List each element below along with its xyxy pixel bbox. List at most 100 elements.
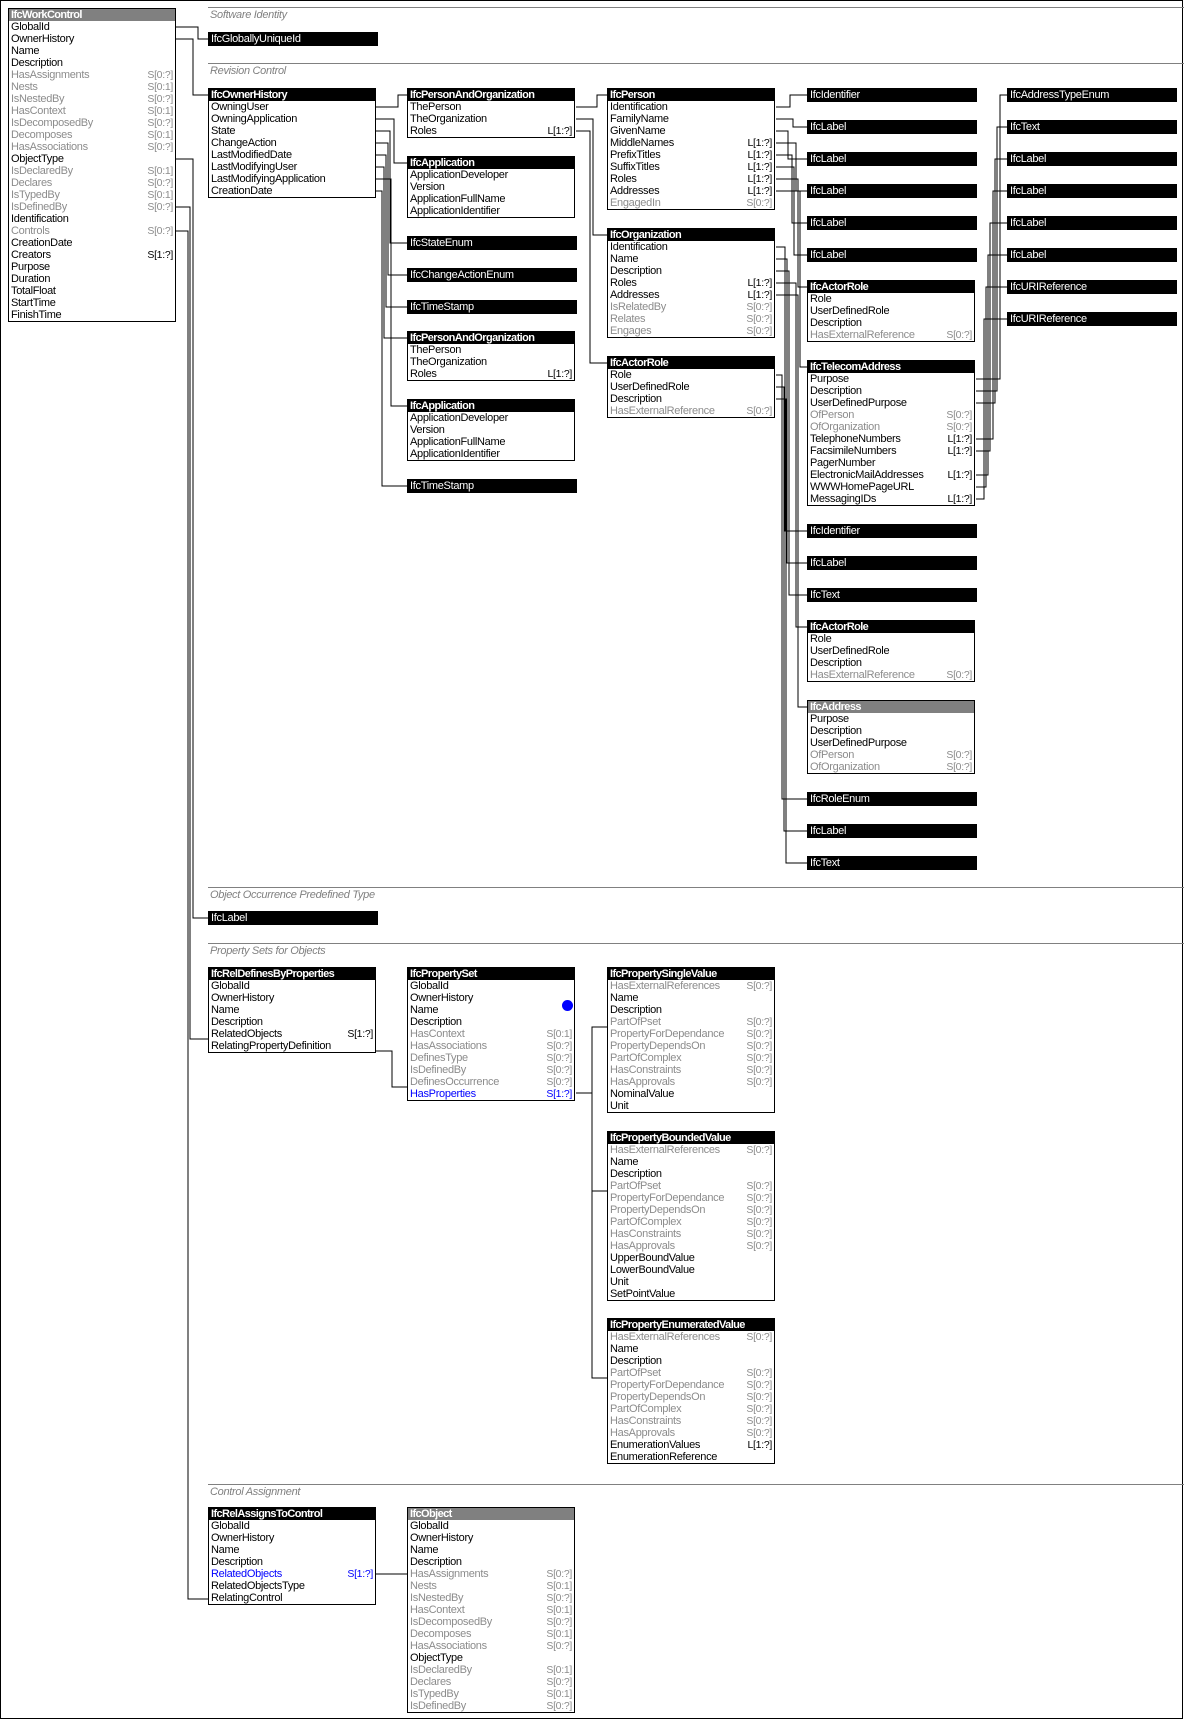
attribute-row[interactable]: SuffixTitles L[1:?] — [608, 161, 774, 173]
entity-ifcrelassignstocontrol[interactable]: IfcRelAssignsToControl GlobalId OwnerHisto… — [208, 1507, 376, 1605]
attribute-row[interactable]: Name — [608, 1343, 774, 1355]
attribute-row[interactable]: OwnerHistory — [209, 1532, 375, 1544]
attribute-row[interactable]: Description — [408, 1016, 574, 1028]
attribute-row[interactable]: LastModifyingApplication — [209, 173, 375, 185]
entity-ifcperson[interactable]: IfcPerson Identification FamilyName GivenNa… — [607, 88, 775, 210]
entity-ifcownerhistory[interactable]: IfcOwnerHistory OwningUser OwningApplicati… — [208, 88, 376, 198]
type-ifcurireference[interactable]: IfcURIReference — [1007, 312, 1177, 326]
attribute-row[interactable]: HasConstraints S[0:?] — [608, 1228, 774, 1240]
attribute-row[interactable]: ThePerson — [408, 101, 574, 113]
attribute-row[interactable]: LastModifyingUser — [209, 161, 375, 173]
attribute-row[interactable]: Name — [209, 1004, 375, 1016]
attribute-row[interactable]: PagerNumber — [808, 457, 974, 469]
attribute-row[interactable]: IsTypedBy S[0:1] — [9, 189, 175, 201]
type-ifctimestamp[interactable]: IfcTimeStamp — [407, 479, 577, 493]
entity-header[interactable]: IfcWorkControl — [9, 9, 175, 21]
attribute-row[interactable]: HasAssignments S[0:?] — [9, 69, 175, 81]
attribute-row[interactable]: DefinesOccurrence S[0:?] — [408, 1076, 574, 1088]
entity-header[interactable]: IfcAddress — [808, 701, 974, 713]
attribute-row[interactable]: OfPerson S[0:?] — [808, 409, 974, 421]
attribute-row[interactable]: IsNestedBy S[0:?] — [408, 1592, 574, 1604]
type-ifclabel[interactable]: IfcLabel — [1007, 248, 1177, 262]
attribute-row[interactable]: Description — [209, 1556, 375, 1568]
attribute-row[interactable]: HasExternalReference S[0:?] — [808, 669, 974, 681]
attribute-row[interactable]: PartOfPset S[0:?] — [608, 1367, 774, 1379]
attribute-row[interactable]: Name — [408, 1544, 574, 1556]
entity-header[interactable]: IfcPersonAndOrganization — [408, 89, 574, 101]
attribute-row[interactable]: IsTypedBy S[0:1] — [408, 1688, 574, 1700]
attribute-row[interactable]: PartOfComplex S[0:?] — [608, 1403, 774, 1415]
entity-ifcpropertyset[interactable]: IfcPropertySet GlobalId OwnerHistory Name De… — [407, 967, 575, 1101]
attribute-row[interactable]: ElectronicMailAddresses L[1:?] — [808, 469, 974, 481]
entity-ifcaddress[interactable]: IfcAddress Purpose Description UserDefinedP… — [807, 700, 975, 774]
attribute-row[interactable]: Identification — [608, 101, 774, 113]
entity-header[interactable]: IfcApplication — [408, 157, 574, 169]
attribute-row[interactable]: LowerBoundValue — [608, 1264, 774, 1276]
attribute-row[interactable]: Description — [608, 1168, 774, 1180]
type-ifctext[interactable]: IfcText — [807, 856, 977, 870]
attribute-row[interactable]: IsNestedBy S[0:?] — [9, 93, 175, 105]
attribute-row[interactable]: LastModifiedDate — [209, 149, 375, 161]
attribute-row[interactable]: IsDeclaredBy S[0:1] — [408, 1664, 574, 1676]
attribute-row[interactable]: UserDefinedRole — [608, 381, 774, 393]
attribute-row[interactable]: Roles L[1:?] — [408, 368, 574, 380]
attribute-row[interactable]: Description — [808, 725, 974, 737]
attribute-row[interactable]: Name — [608, 253, 774, 265]
attribute-row[interactable]: HasContext S[0:1] — [9, 105, 175, 117]
type-ifcaddresstypeenum[interactable]: IfcAddressTypeEnum — [1007, 88, 1177, 102]
attribute-row[interactable]: Purpose — [808, 373, 974, 385]
attribute-row[interactable]: Name — [608, 992, 774, 1004]
attribute-row[interactable]: GivenName — [608, 125, 774, 137]
attribute-row[interactable]: Role — [808, 633, 974, 645]
attribute-row[interactable]: Duration — [9, 273, 175, 285]
attribute-row[interactable]: ObjectType — [9, 153, 175, 165]
entity-header[interactable]: IfcApplication — [408, 400, 574, 412]
attribute-row[interactable]: Description — [9, 57, 175, 69]
entity-header[interactable]: IfcPropertySingleValue — [608, 968, 774, 980]
entity-header[interactable]: IfcPropertyBoundedValue — [608, 1132, 774, 1144]
attribute-row[interactable]: Roles L[1:?] — [408, 125, 574, 137]
type-ifclabel[interactable]: IfcLabel — [807, 152, 977, 166]
entity-header[interactable]: IfcPersonAndOrganization — [408, 332, 574, 344]
attribute-row[interactable]: CreationDate — [9, 237, 175, 249]
entity-header[interactable]: IfcRelDefinesByProperties — [209, 968, 375, 980]
attribute-row[interactable]: Decomposes S[0:1] — [9, 129, 175, 141]
attribute-row[interactable]: IsDefinedBy S[0:?] — [408, 1700, 574, 1712]
type-ifclabel[interactable]: IfcLabel — [1007, 216, 1177, 230]
attribute-row[interactable]: RelatedObjects S[1:?] — [209, 1028, 375, 1040]
entity-ifcorganization[interactable]: IfcOrganization Identification Name Descrip… — [607, 228, 775, 338]
attribute-row[interactable]: IsDecomposedBy S[0:?] — [9, 117, 175, 129]
entity-ifcworkcontrol[interactable]: IfcWorkControl GlobalId OwnerHistory Name De… — [8, 8, 176, 322]
attribute-row[interactable]: HasContext S[0:1] — [408, 1028, 574, 1040]
attribute-row[interactable]: IsDeclaredBy S[0:1] — [9, 165, 175, 177]
type-ifclabel[interactable]: IfcLabel — [807, 216, 977, 230]
attribute-row[interactable]: PartOfPset S[0:?] — [608, 1016, 774, 1028]
type-ifclabel[interactable]: IfcLabel — [807, 824, 977, 838]
attribute-row[interactable]: ApplicationFullName — [408, 436, 574, 448]
attribute-row[interactable]: IsDecomposedBy S[0:?] — [408, 1616, 574, 1628]
entity-ifcactorrole[interactable]: IfcActorRole Role UserDefinedRole Descripti… — [607, 356, 775, 418]
attribute-row[interactable]: TelephoneNumbers L[1:?] — [808, 433, 974, 445]
attribute-row[interactable]: Identification — [608, 241, 774, 253]
attribute-row[interactable]: FamilyName — [608, 113, 774, 125]
attribute-row[interactable]: TheOrganization — [408, 113, 574, 125]
attribute-row[interactable]: Declares S[0:?] — [9, 177, 175, 189]
attribute-row[interactable]: HasProperties S[1:?] — [408, 1088, 574, 1100]
attribute-row[interactable]: HasExternalReferences S[0:?] — [608, 1331, 774, 1343]
attribute-row[interactable]: ApplicationDeveloper — [408, 412, 574, 424]
attribute-row[interactable]: Engages S[0:?] — [608, 325, 774, 337]
attribute-row[interactable]: Name — [608, 1156, 774, 1168]
attribute-row[interactable]: PartOfComplex S[0:?] — [608, 1216, 774, 1228]
attribute-row[interactable]: PartOfPset S[0:?] — [608, 1180, 774, 1192]
entity-ifcpropertyenumeratedvalue[interactable]: IfcPropertyEnumeratedValue HasExternalRef… — [607, 1318, 775, 1464]
attribute-row[interactable]: EnumerationReference — [608, 1451, 774, 1463]
attribute-row[interactable]: Addresses L[1:?] — [608, 185, 774, 197]
type-ifctext[interactable]: IfcText — [1007, 120, 1177, 134]
attribute-row[interactable]: RelatingControl — [209, 1592, 375, 1604]
attribute-row[interactable]: ApplicationIdentifier — [408, 205, 574, 217]
attribute-row[interactable]: Nests S[0:1] — [9, 81, 175, 93]
entity-header[interactable]: IfcActorRole — [808, 621, 974, 633]
attribute-row[interactable]: HasExternalReference S[0:?] — [808, 329, 974, 341]
attribute-row[interactable]: HasApprovals S[0:?] — [608, 1427, 774, 1439]
attribute-row[interactable]: Description — [608, 265, 774, 277]
